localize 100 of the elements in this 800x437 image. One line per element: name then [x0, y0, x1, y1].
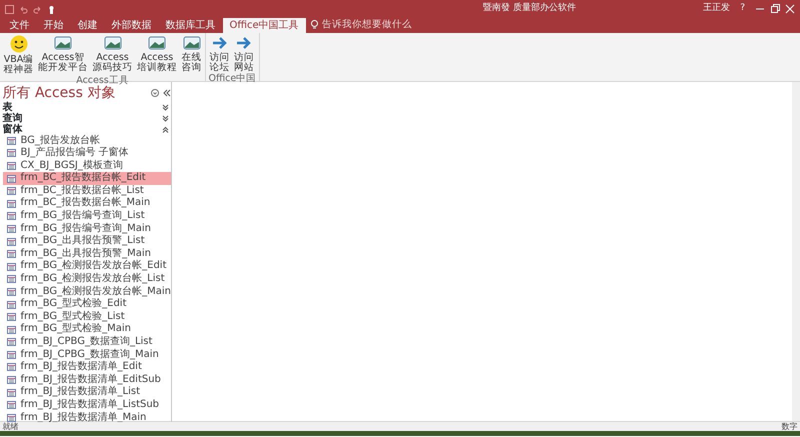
- button-label-line: 访问: [234, 53, 254, 63]
- group-header[interactable]: 窗体: [2, 124, 162, 134]
- nav-item[interactable]: frm_BG_型式检验_Edit: [2, 298, 171, 311]
- nav-item[interactable]: frm_BG_报告编号查询_List: [2, 210, 171, 223]
- nav-item[interactable]: frm_BG_出具报告预警_List: [2, 235, 171, 248]
- ribbon-button[interactable]: 访问 网站: [233, 33, 255, 73]
- nav-item[interactable]: frm_BG_检测报告发放台帐_List: [2, 273, 171, 286]
- item-label: frm_BG_型式检验_Main: [20, 323, 132, 336]
- touch-icon[interactable]: [47, 4, 56, 14]
- dropdown-icon[interactable]: [151, 89, 159, 97]
- nav-item[interactable]: frm_BC_报告数据台帐_List: [2, 184, 171, 198]
- item-label: CX_BJ_BGSJ_模板查询: [20, 160, 123, 172]
- arrow-icon: [236, 35, 252, 51]
- collapse-icon[interactable]: [162, 126, 168, 132]
- item-label: frm_BJ_CPBG_数据查询_List: [20, 336, 152, 348]
- nav-item[interactable]: frm_BJ_报告数据清单_ListSub: [2, 398, 171, 412]
- close-icon[interactable]: [785, 4, 795, 14]
- ribbon-button[interactable]: 在线 咨询: [180, 33, 202, 75]
- form-icon: [6, 187, 16, 196]
- arrow-icon: [212, 35, 228, 51]
- form-icon: [6, 136, 16, 145]
- nav-item[interactable]: frm_BG_检测报告发放台帐_Edit: [2, 260, 171, 274]
- ribbon-tab[interactable]: 数据库工具: [158, 18, 222, 33]
- item-label: frm_BC_报告数据台帐_List: [20, 184, 144, 196]
- button-label-line: 论坛: [210, 63, 230, 73]
- ribbon-tab[interactable]: 外部数据: [104, 18, 158, 33]
- button-label-line: 能开发平台: [38, 63, 88, 73]
- ribbon-tab[interactable]: 创建: [70, 18, 104, 33]
- window-title: 暨南發 质量部办公软件: [482, 2, 578, 16]
- nav-item[interactable]: BJ_产品报告编号 子窗体: [2, 147, 171, 160]
- item-label: frm_BC_报告数据台帐_Edit: [20, 172, 146, 184]
- nav-item[interactable]: frm_BJ_报告数据清单_EditSub: [2, 374, 171, 386]
- form-icon: [6, 313, 16, 322]
- nav-item[interactable]: frm_BG_出具报告预警_Main: [2, 248, 171, 260]
- item-label: frm_BJ_报告数据清单_Main: [20, 412, 146, 422]
- button-label-line: 源码技巧: [92, 63, 132, 73]
- collapse-pane-icon[interactable]: [163, 89, 171, 97]
- button-label-line: VBA编: [4, 55, 34, 65]
- item-label: frm_BG_报告编号查询_List: [20, 210, 145, 222]
- ribbon-button[interactable]: Access 培训教程: [136, 33, 178, 75]
- nav-item[interactable]: frm_BG_报告编号查询_Main: [2, 222, 171, 236]
- group-header[interactable]: 表: [2, 102, 162, 112]
- smiley-icon: [10, 35, 28, 53]
- button-label-line: Access智: [42, 53, 84, 63]
- help-button[interactable]: ?: [735, 2, 750, 16]
- ribbon-tab[interactable]: 文件: [2, 18, 36, 33]
- nav-item[interactable]: BG_报告发放台帐: [2, 134, 171, 148]
- group-label: Office中国: [208, 73, 256, 84]
- item-label: frm_BG_出具报告预警_List: [20, 235, 145, 248]
- lightbulb-icon[interactable]: [310, 20, 318, 30]
- item-label: frm_BG_型式检验_List: [20, 310, 125, 322]
- nav-item[interactable]: frm_BJ_报告数据清单_Main: [2, 412, 171, 422]
- form-icon: [6, 300, 16, 309]
- item-label: frm_BG_检测报告发放台帐_List: [20, 273, 165, 286]
- expand-icon[interactable]: [162, 104, 168, 110]
- button-label-line: 在线: [182, 53, 202, 63]
- item-label: frm_BC_报告数据台帐_Main: [20, 197, 150, 210]
- save-icon[interactable]: [5, 4, 14, 14]
- user-name[interactable]: 王正发: [703, 2, 730, 16]
- item-label: frm_BG_检测报告发放台帐_Edit: [20, 260, 166, 272]
- tell-me-field[interactable]: 告诉我你想要做什么: [320, 16, 430, 33]
- nav-item[interactable]: frm_BJ_报告数据清单_List: [2, 386, 171, 399]
- nav-item[interactable]: frm_BG_检测报告发放台帐_Main: [2, 286, 171, 298]
- ribbon-button[interactable]: Access 源码技巧: [92, 33, 134, 75]
- ribbon-button[interactable]: Access智 能开发平台: [37, 33, 89, 75]
- redo-icon[interactable]: [33, 4, 42, 14]
- restore-icon[interactable]: [770, 4, 780, 14]
- form-icon: [6, 288, 16, 296]
- button-label-line: 访问: [210, 53, 230, 63]
- button-label-line: Access: [140, 53, 174, 63]
- item-label: BG_报告发放台帐: [20, 134, 100, 146]
- group-header[interactable]: 查询: [2, 112, 162, 124]
- form-icon: [6, 363, 16, 372]
- expand-icon[interactable]: [162, 114, 168, 122]
- undo-icon[interactable]: [19, 4, 28, 14]
- nav-item[interactable]: frm_BG_型式检验_Main: [2, 323, 171, 336]
- form-icon: [6, 401, 16, 410]
- form-icon: [6, 262, 16, 271]
- nav-item[interactable]: frm_BG_型式检验_List: [2, 310, 171, 324]
- form-icon: [6, 224, 16, 233]
- pane-title: 所有 Access 对象: [2, 84, 116, 102]
- ribbon-button[interactable]: VBA编 程神器: [2, 33, 34, 75]
- nav-item[interactable]: frm_BC_报告数据台帐_Main: [2, 197, 171, 210]
- nav-item[interactable]: frm_BJ_CPBG_数据查询_List: [2, 336, 171, 349]
- form-icon: [6, 275, 16, 284]
- item-label: BJ_产品报告编号 子窗体: [20, 147, 128, 160]
- item-label: frm_BJ_报告数据清单_EditSub: [20, 374, 161, 386]
- form-icon: [6, 388, 16, 397]
- form-icon: [6, 250, 16, 258]
- nav-item[interactable]: frm_BJ_报告数据清单_Edit: [2, 361, 171, 374]
- nav-item[interactable]: frm_BJ_CPBG_数据查询_Main: [2, 348, 171, 362]
- status-text: 就绪: [2, 422, 18, 431]
- ribbon-button[interactable]: 访问 论坛: [208, 33, 230, 73]
- item-label: frm_BJ_报告数据清单_Edit: [20, 361, 142, 374]
- nav-item[interactable]: frm_BC_报告数据台帐_Edit: [2, 172, 171, 185]
- ribbon-tab[interactable]: Office中国工具: [222, 18, 306, 33]
- nav-item[interactable]: CX_BJ_BGSJ_模板查询: [2, 160, 171, 172]
- status-text: 数字: [782, 422, 798, 431]
- form-icon: [6, 174, 16, 183]
- ribbon-tab[interactable]: 开始: [36, 18, 70, 33]
